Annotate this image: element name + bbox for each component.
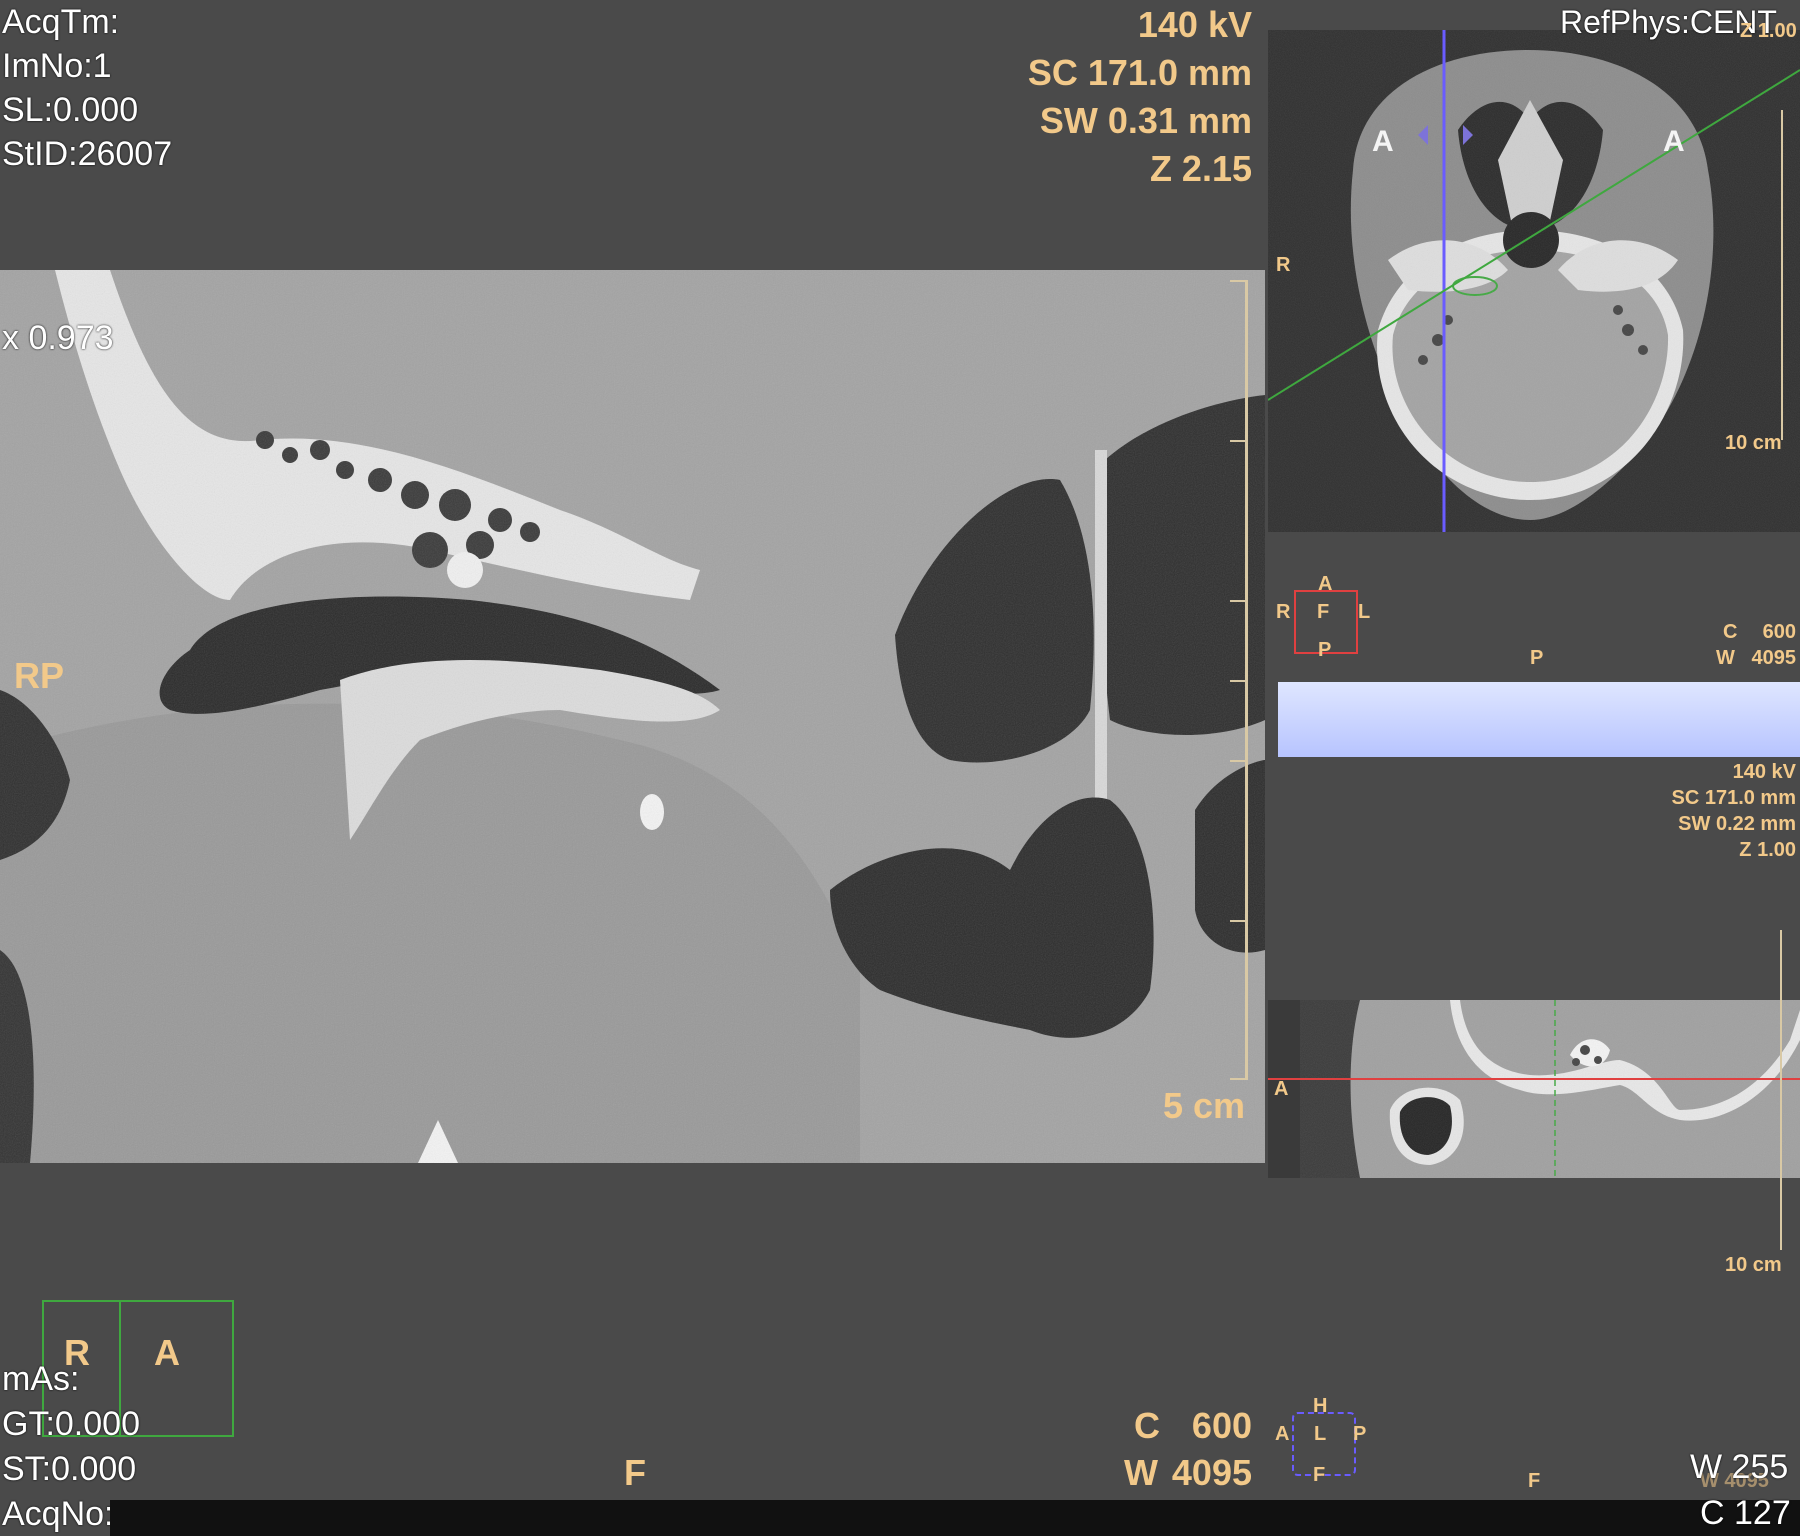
main-top-left-sl: SL:0.000 xyxy=(2,91,139,129)
main-window-width-value: 4095 xyxy=(1171,1452,1252,1493)
middle-label-p: P xyxy=(1530,647,1544,669)
middle-info-sw: SW 0.22 mm xyxy=(1678,813,1796,835)
sagittal-orient-top: H xyxy=(1313,1395,1328,1417)
main-orientation-left: RP xyxy=(14,655,65,696)
sagittal-orient-right: P xyxy=(1353,1423,1367,1445)
sagittal-window-width: W 255 xyxy=(1690,1448,1789,1486)
axial-marker-right: A xyxy=(1663,125,1685,158)
axial-ct-image xyxy=(1268,30,1800,532)
bottom-strip xyxy=(110,1500,1800,1536)
middle-orient-left: R xyxy=(1276,601,1291,623)
middle-c-value: 600 xyxy=(1762,621,1796,643)
middle-gradient-bar[interactable] xyxy=(1278,682,1800,757)
main-top-right-kv: 140 kV xyxy=(1137,4,1252,45)
sagittal-ct-view[interactable] xyxy=(1300,1000,1800,1178)
middle-info-kv: 140 kV xyxy=(1732,761,1796,783)
main-scale-label: 5 cm xyxy=(1162,1085,1245,1126)
main-cube-a: A xyxy=(154,1332,180,1373)
middle-orient-bottom: P xyxy=(1318,639,1332,661)
middle-w-value: 4095 xyxy=(1751,647,1797,669)
middle-c-label: C xyxy=(1723,621,1738,643)
middle-orient-right: L xyxy=(1358,601,1371,623)
main-zoom-label: x 0.973 xyxy=(2,319,114,357)
sagittal-label-f: F xyxy=(1528,1470,1541,1492)
sagittal-orient-left: A xyxy=(1275,1423,1290,1445)
main-window-width-label: W xyxy=(1124,1452,1158,1493)
middle-orient-top: A xyxy=(1318,573,1333,595)
sagittal-scale-bar xyxy=(1780,930,1782,1250)
middle-info-sc: SC 171.0 mm xyxy=(1671,787,1796,809)
main-top-left-stid: StID:26007 xyxy=(2,135,173,173)
axial-marker-left: A xyxy=(1372,125,1394,158)
main-bottom-left-st: ST:0.000 xyxy=(2,1450,137,1488)
main-orientation-bottom: F xyxy=(624,1452,646,1493)
main-window-center-label: C xyxy=(1134,1405,1160,1446)
main-top-left-imno: ImNo:1 xyxy=(2,47,112,85)
middle-orient-center: F xyxy=(1317,601,1330,623)
main-bottom-left-acqno: AcqNo: xyxy=(2,1495,114,1533)
main-scale-ticks xyxy=(1230,280,1248,1080)
sagittal-window-center: C 127 xyxy=(1700,1494,1791,1532)
middle-info-z: Z 1.00 xyxy=(1739,839,1796,861)
main-top-left-acqtm: AcqTm: xyxy=(2,3,120,41)
middle-w-label: W xyxy=(1716,647,1735,669)
main-window-center-value: 600 xyxy=(1191,1405,1252,1446)
sagittal-orient-bottom: F xyxy=(1313,1464,1326,1486)
sagittal-orientation-left: A xyxy=(1274,1078,1289,1100)
axial-orientation-left: R xyxy=(1276,254,1291,276)
sagittal-red-line xyxy=(1268,1078,1800,1080)
axial-corner-top: Z 1.00 xyxy=(1740,20,1797,42)
sagittal-ct-image xyxy=(1300,1000,1800,1178)
sagittal-orient-center: L xyxy=(1314,1423,1327,1445)
main-top-right-sw: SW 0.31 mm xyxy=(1039,100,1252,141)
main-bottom-left-gt: GT:0.000 xyxy=(2,1405,140,1443)
axial-scale-label: 10 cm xyxy=(1725,432,1782,454)
sagittal-scale-label: 10 cm xyxy=(1725,1254,1782,1276)
main-top-right-z: Z 2.15 xyxy=(1149,148,1252,189)
main-ct-image xyxy=(0,270,1265,1163)
main-top-right-sc: SC 171.0 mm xyxy=(1027,52,1252,93)
middle-view[interactable]: A R F L P P C 600 W 4095 140 kV SC 171.0… xyxy=(1268,535,1800,995)
axial-ct-view[interactable] xyxy=(1268,30,1800,532)
main-ct-view[interactable] xyxy=(0,270,1265,1163)
main-bottom-left-mas: mAs: xyxy=(2,1360,80,1398)
